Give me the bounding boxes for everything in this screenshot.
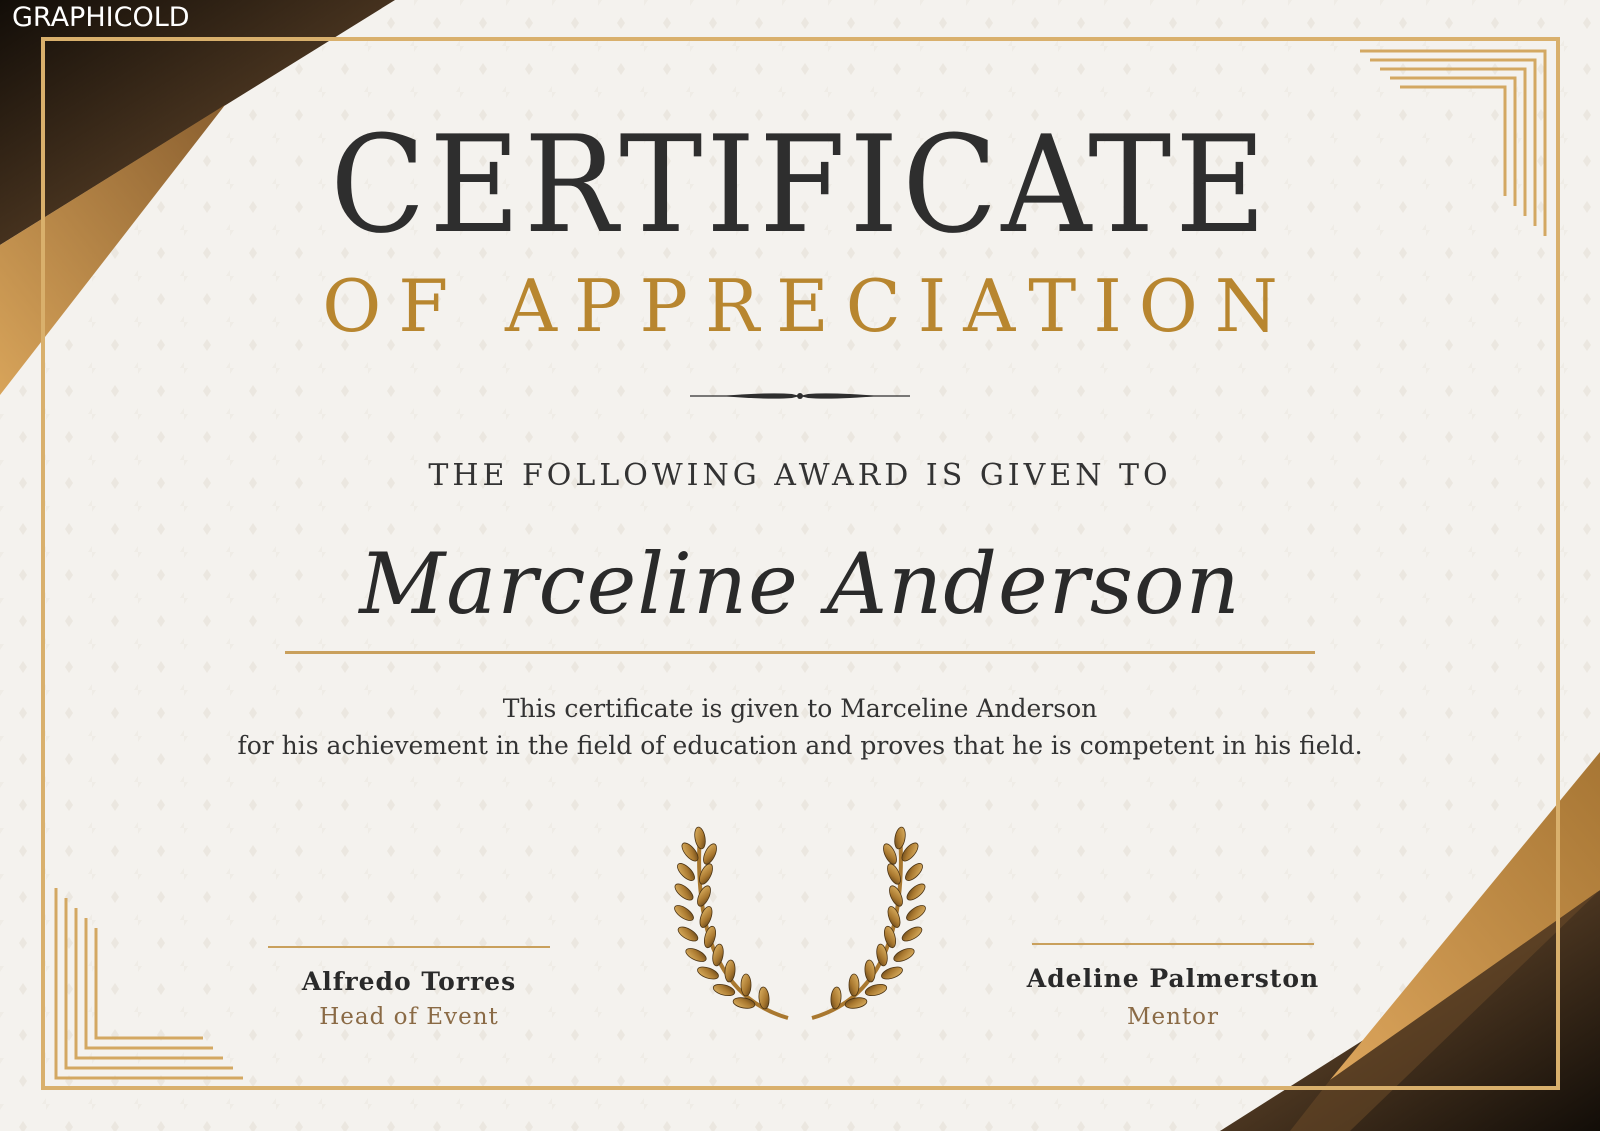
watermark-text: GRAPHICOLD <box>12 2 190 33</box>
description-line-2: for his achievement in the field of educ… <box>237 731 1363 760</box>
signature-line-left <box>268 946 550 948</box>
certificate-title: CERTIFICATE <box>330 107 1270 263</box>
certificate-page: GRAPHICOLD CERTIFICATE OF APPRECIATION T… <box>0 0 1600 1131</box>
ornamental-divider-icon <box>690 393 910 399</box>
signatory-role-right: Mentor <box>1126 1004 1220 1030</box>
certificate-subtitle: OF APPRECIATION <box>322 264 1295 348</box>
recipient-name: Marceline Anderson <box>359 535 1241 633</box>
signatory-name-left: Alfredo Torres <box>301 967 517 996</box>
certificate-description: This certificate is given to Marceline A… <box>0 690 1600 764</box>
description-line-1: This certificate is given to Marceline A… <box>502 694 1098 723</box>
recipient-underline <box>285 651 1315 654</box>
signatory-role-left: Head of Event <box>319 1004 499 1030</box>
laurel-wreath-icon <box>674 826 926 1020</box>
signature-line-right <box>1032 943 1314 945</box>
bottom-left-corner-lines <box>54 888 243 1080</box>
award-statement: THE FOLLOWING AWARD IS GIVEN TO <box>428 458 1172 493</box>
signatory-name-right: Adeline Palmerston <box>1026 964 1320 993</box>
